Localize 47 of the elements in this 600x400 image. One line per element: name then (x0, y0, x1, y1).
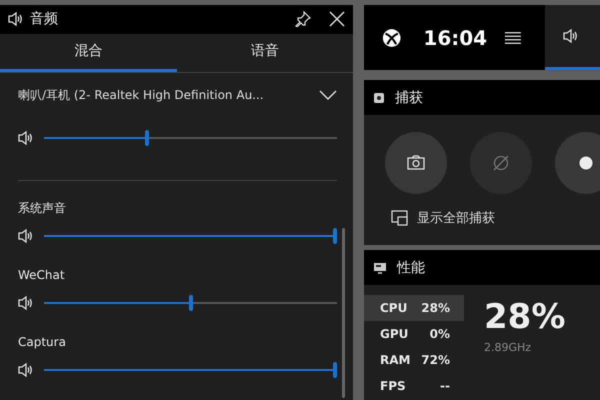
metric-label: GPU (380, 327, 410, 341)
frequency-text: 2.89GHz (484, 341, 532, 354)
pin-icon[interactable] (295, 11, 311, 28)
gallery-icon[interactable] (391, 210, 409, 226)
slider-thumb[interactable] (145, 130, 150, 146)
device-dropdown[interactable]: 喇叭/耳机 (2- Realtek High Definition Au... (18, 86, 264, 104)
metric-value: -- (439, 379, 450, 393)
tab[interactable]: 语音 (176, 34, 353, 72)
metric-row[interactable]: CPU 28% (364, 295, 464, 321)
chevron-down-icon[interactable] (319, 90, 337, 100)
big-value: 28% (484, 297, 566, 337)
metric-label: FPS (380, 379, 407, 393)
metric-label: RAM (380, 353, 412, 367)
app-name: Captura (18, 334, 67, 351)
metric-value: 0% (428, 327, 450, 341)
record-last-icon (491, 153, 511, 173)
metric-row[interactable]: RAM 72% (364, 347, 464, 373)
scrollbar[interactable] (342, 228, 345, 398)
menu-icon[interactable] (505, 30, 521, 44)
panel-title: 音频 (30, 10, 58, 28)
app-name: WeChat (18, 267, 66, 284)
slider-thumb[interactable] (188, 295, 192, 311)
speaker-icon[interactable] (18, 362, 34, 378)
show-all-captures-link[interactable]: 显示全部捕获 (417, 209, 495, 227)
tab[interactable]: 混合 (0, 34, 176, 72)
slider-thumb[interactable] (333, 362, 337, 378)
speaker-icon (562, 28, 579, 44)
audio-widget-button[interactable] (544, 5, 600, 70)
speaker-icon[interactable] (18, 295, 34, 311)
panel-title: 捕获 (395, 88, 423, 106)
metric-row[interactable]: GPU 0% (364, 321, 464, 347)
speaker-icon (8, 11, 24, 28)
speaker-icon[interactable] (18, 130, 34, 146)
capture-icon (373, 92, 385, 104)
speaker-icon[interactable] (18, 228, 34, 244)
xbox-icon[interactable] (382, 26, 402, 48)
record-button[interactable] (555, 132, 600, 194)
slider-thumb[interactable] (333, 228, 337, 244)
monitor-icon (373, 262, 387, 274)
metric-value: 72% (420, 353, 450, 367)
panel-title: 性能 (397, 258, 425, 276)
app-name: 系统声音 (18, 200, 67, 217)
close-icon[interactable] (329, 11, 345, 28)
metric-row[interactable]: FPS -- (364, 373, 464, 399)
metric-label: CPU (380, 301, 408, 315)
metric-value: 28% (420, 301, 450, 315)
clock-time: 16:04 (423, 26, 488, 50)
